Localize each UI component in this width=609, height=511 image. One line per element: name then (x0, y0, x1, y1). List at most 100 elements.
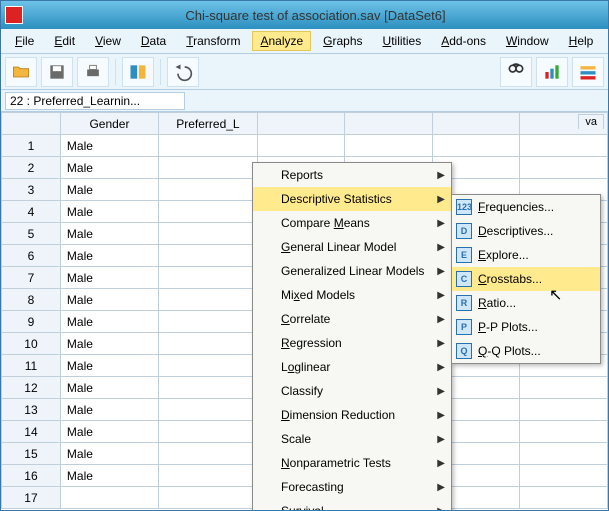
row-header[interactable]: 11 (2, 355, 61, 377)
menu-item-compare-means[interactable]: Compare Means▶ (253, 211, 451, 235)
menu-item-general-linear-model[interactable]: General Linear Model▶ (253, 235, 451, 259)
cell-preferred[interactable] (159, 311, 258, 333)
menu-item-correlate[interactable]: Correlate▶ (253, 307, 451, 331)
cell-preferred[interactable] (159, 289, 258, 311)
vars-button[interactable] (572, 57, 604, 87)
cell-preferred[interactable] (159, 465, 258, 487)
cell-gender[interactable]: Male (60, 245, 158, 267)
cell-blank[interactable] (520, 465, 608, 487)
menu-window[interactable]: Window (498, 31, 557, 51)
print-button[interactable] (77, 57, 109, 87)
cell-gender[interactable]: Male (60, 465, 158, 487)
menu-item-regression[interactable]: Regression▶ (253, 331, 451, 355)
row-header[interactable]: 2 (2, 157, 61, 179)
table-row[interactable]: 1Male (2, 135, 608, 157)
menu-item-classify[interactable]: Classify▶ (253, 379, 451, 403)
cell-preferred[interactable] (159, 223, 258, 245)
row-header[interactable]: 3 (2, 179, 61, 201)
cell-preferred[interactable] (159, 443, 258, 465)
cell-preferred[interactable] (159, 421, 258, 443)
cell-preferred[interactable] (159, 135, 258, 157)
cell-blank[interactable] (520, 157, 608, 179)
cell-gender[interactable]: Male (60, 399, 158, 421)
row-header[interactable]: 1 (2, 135, 61, 157)
cell-blank[interactable] (520, 377, 608, 399)
cell-blank[interactable] (345, 135, 433, 157)
row-header[interactable]: 6 (2, 245, 61, 267)
data-grid[interactable]: va GenderPreferred_L1Male2Male3Male4Male… (1, 112, 608, 510)
chart-button[interactable] (536, 57, 568, 87)
menu-item-mixed-models[interactable]: Mixed Models▶ (253, 283, 451, 307)
submenu-item-frequencies[interactable]: 123Frequencies... (452, 195, 600, 219)
menu-item-generalized-linear-models[interactable]: Generalized Linear Models▶ (253, 259, 451, 283)
cell-blank[interactable] (432, 135, 520, 157)
submenu-item-crosstabs[interactable]: CCrosstabs... (452, 267, 600, 291)
cell-preferred[interactable] (159, 399, 258, 421)
cell-gender[interactable]: Male (60, 311, 158, 333)
cell-blank[interactable] (520, 399, 608, 421)
row-header[interactable]: 7 (2, 267, 61, 289)
cell-blank[interactable] (520, 443, 608, 465)
cell-blank[interactable] (520, 421, 608, 443)
cell-preferred[interactable] (159, 201, 258, 223)
row-header[interactable]: 17 (2, 487, 61, 509)
cell-gender[interactable] (60, 487, 158, 509)
cell-preferred[interactable] (159, 245, 258, 267)
row-header[interactable]: 10 (2, 333, 61, 355)
column-header-blank[interactable] (345, 113, 433, 135)
save-button[interactable] (41, 57, 73, 87)
cell-blank[interactable] (257, 135, 345, 157)
submenu-item-p-p-plots[interactable]: PP-P Plots... (452, 315, 600, 339)
row-header[interactable]: 16 (2, 465, 61, 487)
menu-transform[interactable]: Transform (178, 31, 248, 51)
menu-item-reports[interactable]: Reports▶ (253, 163, 451, 187)
find-button[interactable] (500, 57, 532, 87)
submenu-item-descriptives[interactable]: DDescriptives... (452, 219, 600, 243)
row-header[interactable]: 14 (2, 421, 61, 443)
cell-gender[interactable]: Male (60, 179, 158, 201)
menu-graphs[interactable]: Graphs (315, 31, 370, 51)
cell-reference-box[interactable]: 22 : Preferred_Learnin... (5, 92, 185, 110)
menu-item-forecasting[interactable]: Forecasting▶ (253, 475, 451, 499)
row-header[interactable]: 12 (2, 377, 61, 399)
cell-blank[interactable] (520, 135, 608, 157)
cell-gender[interactable]: Male (60, 355, 158, 377)
menu-view[interactable]: View (87, 31, 129, 51)
row-header[interactable]: 4 (2, 201, 61, 223)
cell-preferred[interactable] (159, 487, 258, 509)
menu-item-descriptive-statistics[interactable]: Descriptive Statistics▶ (253, 187, 451, 211)
menu-analyze[interactable]: Analyze (252, 31, 311, 51)
submenu-item-ratio[interactable]: RRatio... (452, 291, 600, 315)
open-button[interactable] (5, 57, 37, 87)
menu-item-loglinear[interactable]: Loglinear▶ (253, 355, 451, 379)
cell-gender[interactable]: Male (60, 201, 158, 223)
undo-button[interactable] (167, 57, 199, 87)
menu-item-survival[interactable]: Survival▶ (253, 499, 451, 510)
cell-gender[interactable]: Male (60, 333, 158, 355)
menu-help[interactable]: Help (561, 31, 602, 51)
cell-preferred[interactable] (159, 333, 258, 355)
menu-item-dimension-reduction[interactable]: Dimension Reduction▶ (253, 403, 451, 427)
column-header-blank[interactable] (432, 113, 520, 135)
cell-preferred[interactable] (159, 267, 258, 289)
cell-preferred[interactable] (159, 355, 258, 377)
menu-item-nonparametric-tests[interactable]: Nonparametric Tests▶ (253, 451, 451, 475)
cell-gender[interactable]: Male (60, 377, 158, 399)
cell-gender[interactable]: Male (60, 223, 158, 245)
submenu-item-explore[interactable]: EExplore... (452, 243, 600, 267)
menu-file[interactable]: File (7, 31, 42, 51)
column-header-blank[interactable] (257, 113, 345, 135)
cell-gender[interactable]: Male (60, 267, 158, 289)
cell-gender[interactable]: Male (60, 289, 158, 311)
cell-preferred[interactable] (159, 377, 258, 399)
menu-add-ons[interactable]: Add-ons (433, 31, 494, 51)
cell-blank[interactable] (520, 487, 608, 509)
row-header[interactable]: 8 (2, 289, 61, 311)
cell-gender[interactable]: Male (60, 157, 158, 179)
cell-gender[interactable]: Male (60, 135, 158, 157)
row-header[interactable]: 15 (2, 443, 61, 465)
cell-preferred[interactable] (159, 179, 258, 201)
cell-preferred[interactable] (159, 157, 258, 179)
cell-gender[interactable]: Male (60, 421, 158, 443)
column-header-gender[interactable]: Gender (60, 113, 158, 135)
